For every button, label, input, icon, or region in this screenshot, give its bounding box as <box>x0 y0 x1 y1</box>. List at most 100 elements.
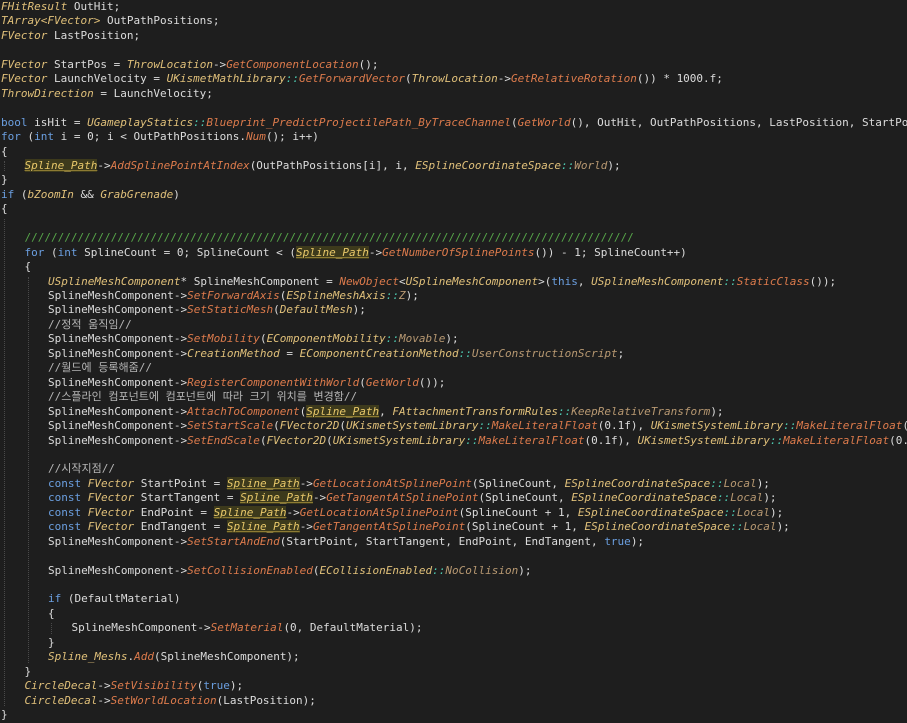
enum-value-token: Local <box>730 491 764 505</box>
code-line[interactable]: bool isHit = UGameplayStatics::Blueprint… <box>0 116 907 130</box>
code-line[interactable] <box>0 43 907 57</box>
code-line[interactable]: SplineMeshComponent->SetEndScale(FVector… <box>0 434 907 448</box>
code-line[interactable] <box>0 578 907 592</box>
code-text: -> <box>312 491 327 505</box>
member-token: CircleDecal <box>24 679 98 693</box>
code-text: ( <box>405 72 412 86</box>
code-line[interactable]: SplineMeshComponent->SetCollisionEnabled… <box>0 564 907 578</box>
code-line[interactable]: ////////////////////////////////////////… <box>0 231 907 245</box>
enum-value-token: Local <box>723 476 757 490</box>
type-token: ESplineCoordinateSpace <box>415 158 561 172</box>
code-text: ()); <box>418 375 446 389</box>
code-line[interactable]: SplineMeshComponent->SetMobility(ECompon… <box>0 332 907 346</box>
scope-token: :: <box>385 289 400 302</box>
code-line[interactable]: Spline_Meshs.Add(SplineMeshComponent); <box>0 650 907 664</box>
code-line[interactable]: for (int i = 0; i < OutPathPositions.Num… <box>0 130 907 144</box>
member-token: GrabGrenade <box>100 187 174 201</box>
code-line[interactable]: const FVector EndTangent = Spline_Path->… <box>0 520 907 534</box>
function-token: SetVisibility <box>110 679 197 693</box>
keyword-token: for <box>24 245 45 259</box>
code-text: (OutPathPositions[i], i, <box>249 158 416 172</box>
code-line[interactable]: CircleDecal->SetWorldLocation(LastPositi… <box>0 694 907 708</box>
code-line[interactable]: } <box>0 173 907 187</box>
code-line[interactable]: FHitResult OutHit; <box>0 0 907 14</box>
code-line[interactable]: SplineMeshComponent->SetStartAndEnd(Star… <box>0 535 907 549</box>
code-text: ()) * 1000.f; <box>636 72 723 86</box>
code-line[interactable]: FVector StartPos = ThrowLocation->GetCom… <box>0 58 907 72</box>
code-line[interactable]: { <box>0 607 907 621</box>
code-line[interactable]: SplineMeshComponent->AttachToComponent(S… <box>0 404 907 419</box>
code-line[interactable]: } <box>0 636 907 650</box>
scope-token: :: <box>557 404 572 418</box>
code-text: (SplineMeshComponent); <box>153 650 300 664</box>
type-token: USplineMeshComponent <box>48 274 181 288</box>
code-line[interactable]: { <box>0 260 907 274</box>
code-line[interactable]: Spline_Path->AddSplinePointAtIndex(OutPa… <box>0 158 907 173</box>
code-text: ) <box>173 187 180 201</box>
code-line[interactable]: if (bZoomIn && GrabGrenade) <box>0 188 907 202</box>
code-line[interactable]: const FVector StartPoint = Spline_Path->… <box>0 476 907 491</box>
code-line[interactable]: SplineMeshComponent->CreationMethod = EC… <box>0 347 907 361</box>
code-line[interactable]: SplineMeshComponent->RegisterComponentWi… <box>0 376 907 390</box>
type-token: ESplineCoordinateSpace <box>584 520 731 534</box>
code-line[interactable]: const FVector EndPoint = Spline_Path->Ge… <box>0 505 907 520</box>
code-line[interactable]: FVector LastPosition; <box>0 29 907 43</box>
type-token: FVector <box>1 72 48 86</box>
function-token: RegisterComponentWithWorld <box>187 375 360 389</box>
code-line[interactable]: //정적 움직임// <box>0 318 907 332</box>
code-line[interactable]: { <box>0 202 907 216</box>
code-text: ( <box>259 332 267 346</box>
comment-token: //월드에 등록해줌// <box>48 361 152 375</box>
code-text: { <box>48 606 55 620</box>
code-text: SplineMeshComponent-> <box>48 346 188 360</box>
code-line[interactable] <box>0 549 907 563</box>
code-line[interactable]: SplineMeshComponent->SetMaterial(0, Defa… <box>0 621 907 635</box>
code-line[interactable]: SplineMeshComponent->SetForwardAxis(ESpl… <box>0 289 907 303</box>
code-line[interactable]: //시작지점// <box>0 462 907 476</box>
code-text: ); <box>445 332 459 346</box>
code-line[interactable]: { <box>0 145 907 159</box>
highlighted-symbol: Spline_Path <box>226 520 300 534</box>
code-text: (LastPosition); <box>216 693 316 707</box>
code-line[interactable]: SplineMeshComponent->SetStartScale(FVect… <box>0 419 907 433</box>
code-line[interactable]: TArray<FVector> OutPathPositions; <box>0 14 907 28</box>
function-token: Blueprint_PredictProjectilePath_ByTraceC… <box>206 115 511 129</box>
code-text: ( <box>273 419 280 433</box>
code-text: < <box>399 274 406 288</box>
code-text: ); <box>607 158 621 172</box>
code-line[interactable]: SplineMeshComponent->SetStaticMesh(Defau… <box>0 303 907 317</box>
code-line[interactable] <box>0 217 907 231</box>
code-line[interactable]: //월드에 등록해줌// <box>0 361 907 375</box>
code-line[interactable]: } <box>0 708 907 722</box>
code-line[interactable]: if (DefaultMaterial) <box>0 592 907 606</box>
code-text: SplineMeshComponent-> <box>48 375 188 389</box>
code-line[interactable]: FVector LaunchVelocity = UKismetMathLibr… <box>0 72 907 86</box>
code-line[interactable]: USplineMeshComponent* SplineMeshComponen… <box>0 275 907 289</box>
code-text: (SplineCount + 1, <box>465 520 585 534</box>
code-line[interactable]: const FVector StartTangent = Spline_Path… <box>0 491 907 505</box>
code-line[interactable]: for (int SplineCount = 0; SplineCount < … <box>0 245 907 260</box>
keyword-token: const <box>48 476 82 490</box>
code-line[interactable] <box>0 448 907 462</box>
code-line[interactable]: CircleDecal->SetVisibility(true); <box>0 679 907 693</box>
code-text: LaunchVelocity = <box>47 72 167 86</box>
code-text: } <box>48 635 55 649</box>
code-editor[interactable]: FHitResult OutHit; TArray<FVector> OutPat… <box>0 0 907 723</box>
function-token: GetWorld <box>365 375 419 389</box>
scope-token: :: <box>560 158 575 172</box>
code-line[interactable] <box>0 101 907 115</box>
type-token: FVector2D <box>279 419 340 433</box>
code-text: * SplineMeshComponent = <box>180 274 340 288</box>
code-text: EndPoint = <box>134 505 214 519</box>
scope-token: :: <box>193 115 207 129</box>
code-text: SplineMeshComponent-> <box>48 419 188 433</box>
code-text: , <box>379 404 393 418</box>
function-token: SetMobility <box>187 332 260 346</box>
code-line[interactable]: //스플라인 컴포넌트에 컴포넌트에 따라 크기 위치를 변경함// <box>0 390 907 404</box>
code-line[interactable]: ThrowDirection = LaunchVelocity; <box>0 87 907 101</box>
member-token: ThrowLocation <box>411 72 498 86</box>
code-text: ); <box>769 505 784 519</box>
code-text: (); <box>358 57 379 71</box>
member-token: Spline_Meshs <box>48 650 128 664</box>
code-line[interactable]: } <box>0 665 907 679</box>
